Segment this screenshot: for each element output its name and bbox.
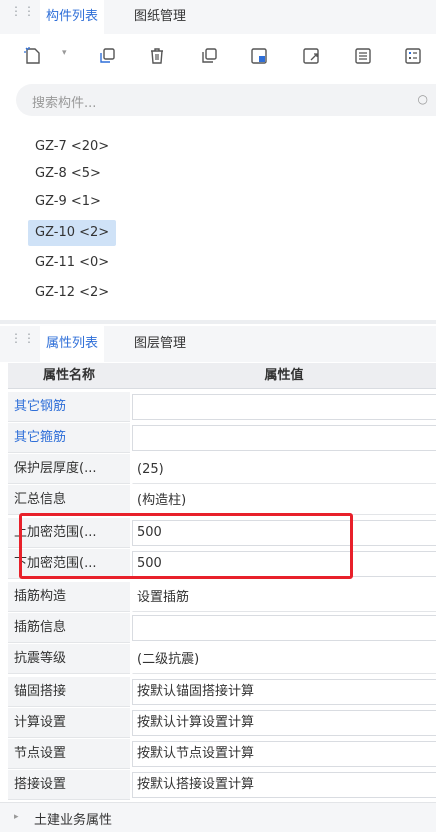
list-item[interactable]: GZ-7 <20> <box>28 134 116 160</box>
table-row: 抗震等级 (二级抗震) <box>8 644 436 674</box>
new-component-button[interactable] <box>18 42 48 70</box>
drag-handle-icon[interactable]: ⋮⋮ <box>10 5 35 17</box>
table-row: 保护层厚度(... (25) <box>8 454 436 484</box>
component-toolbar: ▾ <box>0 34 436 78</box>
property-name[interactable]: 汇总信息 <box>8 485 130 515</box>
copy-button[interactable] <box>92 42 122 70</box>
highlight-box <box>19 513 353 579</box>
property-value[interactable]: (二级抗震) <box>132 644 436 674</box>
property-value-input[interactable]: 按默认锚固搭接计算 <box>132 679 436 705</box>
panel-divider[interactable] <box>0 320 436 324</box>
export-icon <box>303 48 319 64</box>
import-button[interactable] <box>244 42 274 70</box>
component-search-input[interactable]: 搜索构件... ○ <box>16 84 436 116</box>
list-item[interactable]: GZ-8 <5> <box>28 161 108 187</box>
list-item[interactable]: GZ-11 <0> <box>28 250 116 276</box>
property-name[interactable]: 插筋信息 <box>8 613 130 643</box>
group-header-civil-properties[interactable]: ▸ 土建业务属性 <box>0 802 436 832</box>
property-value-input[interactable] <box>132 394 436 420</box>
new-component-icon <box>24 47 40 64</box>
table-row: 其它钢筋 <box>8 392 436 422</box>
search-icon[interactable]: ○ <box>418 92 428 106</box>
list-icon <box>355 48 371 64</box>
table-row: 计算设置 按默认计算设置计算 <box>8 708 436 738</box>
search-placeholder: 搜索构件... <box>32 96 97 111</box>
table-row: 插筋信息 <box>8 613 436 643</box>
chevron-right-icon[interactable]: ▸ <box>14 812 19 822</box>
property-icon <box>405 48 421 64</box>
property-name[interactable]: 计算设置 <box>8 708 130 738</box>
chevron-down-icon[interactable]: ▾ <box>62 48 67 58</box>
import-icon <box>251 48 267 64</box>
property-value-input[interactable] <box>132 425 436 451</box>
property-name[interactable]: 其它箍筋 <box>8 423 130 453</box>
drag-handle-icon[interactable]: ⋮⋮ <box>10 332 35 344</box>
tab-layer-management[interactable]: 图层管理 <box>128 326 192 362</box>
property-name[interactable]: 抗震等级 <box>8 644 130 674</box>
property-tab-bar: ⋮⋮ 属性列表 图层管理 <box>0 326 436 362</box>
property-value-input[interactable]: 按默认搭接设置计算 <box>132 772 436 798</box>
table-row: 锚固搭接 按默认锚固搭接计算 <box>8 677 436 707</box>
layer-copy-button[interactable] <box>194 42 224 70</box>
tab-property-list[interactable]: 属性列表 <box>40 326 105 362</box>
tab-component-list[interactable]: 构件列表 <box>40 0 105 34</box>
property-name[interactable]: 节点设置 <box>8 739 130 769</box>
property-value-input[interactable]: 按默认计算设置计算 <box>132 710 436 736</box>
delete-button[interactable] <box>142 42 172 70</box>
property-value[interactable]: (25) <box>132 454 436 484</box>
column-header-value: 属性值 <box>264 368 304 383</box>
property-name[interactable]: 保护层厚度(... <box>8 454 130 484</box>
group-label: 土建业务属性 <box>34 813 113 828</box>
property-name[interactable]: 搭接设置 <box>8 770 130 800</box>
property-name[interactable]: 插筋构造 <box>8 582 130 612</box>
property-value[interactable]: 设置插筋 <box>132 582 436 612</box>
list-item[interactable]: GZ-9 <1> <box>28 189 108 215</box>
delete-icon <box>151 48 163 64</box>
table-row: 插筋构造 设置插筋 <box>8 582 436 612</box>
tab-drawing-management[interactable]: 图纸管理 <box>128 0 192 34</box>
export-button[interactable] <box>296 42 326 70</box>
property-value-input[interactable] <box>132 615 436 641</box>
list-item[interactable]: GZ-12 <2> <box>28 280 116 306</box>
property-value[interactable]: (构造柱) <box>132 485 436 515</box>
table-row: 搭接设置 按默认搭接设置计算 <box>8 770 436 800</box>
property-view-button[interactable] <box>398 42 428 70</box>
copy-icon <box>100 48 115 63</box>
table-row: 节点设置 按默认节点设置计算 <box>8 739 436 769</box>
table-row: 汇总信息 (构造柱) <box>8 485 436 515</box>
property-name[interactable]: 锚固搭接 <box>8 677 130 707</box>
layer-copy-icon <box>202 48 217 63</box>
column-header-name: 属性名称 <box>42 368 95 383</box>
property-table-header: 属性名称 属性值 <box>8 363 436 389</box>
component-tab-bar: ⋮⋮ 构件列表 图纸管理 <box>0 0 436 34</box>
property-name[interactable]: 其它钢筋 <box>8 392 130 422</box>
list-item-selected[interactable]: GZ-10 <2> <box>28 220 117 246</box>
list-view-button[interactable] <box>348 42 378 70</box>
table-row: 其它箍筋 <box>8 423 436 453</box>
property-value-input[interactable]: 按默认节点设置计算 <box>132 741 436 767</box>
